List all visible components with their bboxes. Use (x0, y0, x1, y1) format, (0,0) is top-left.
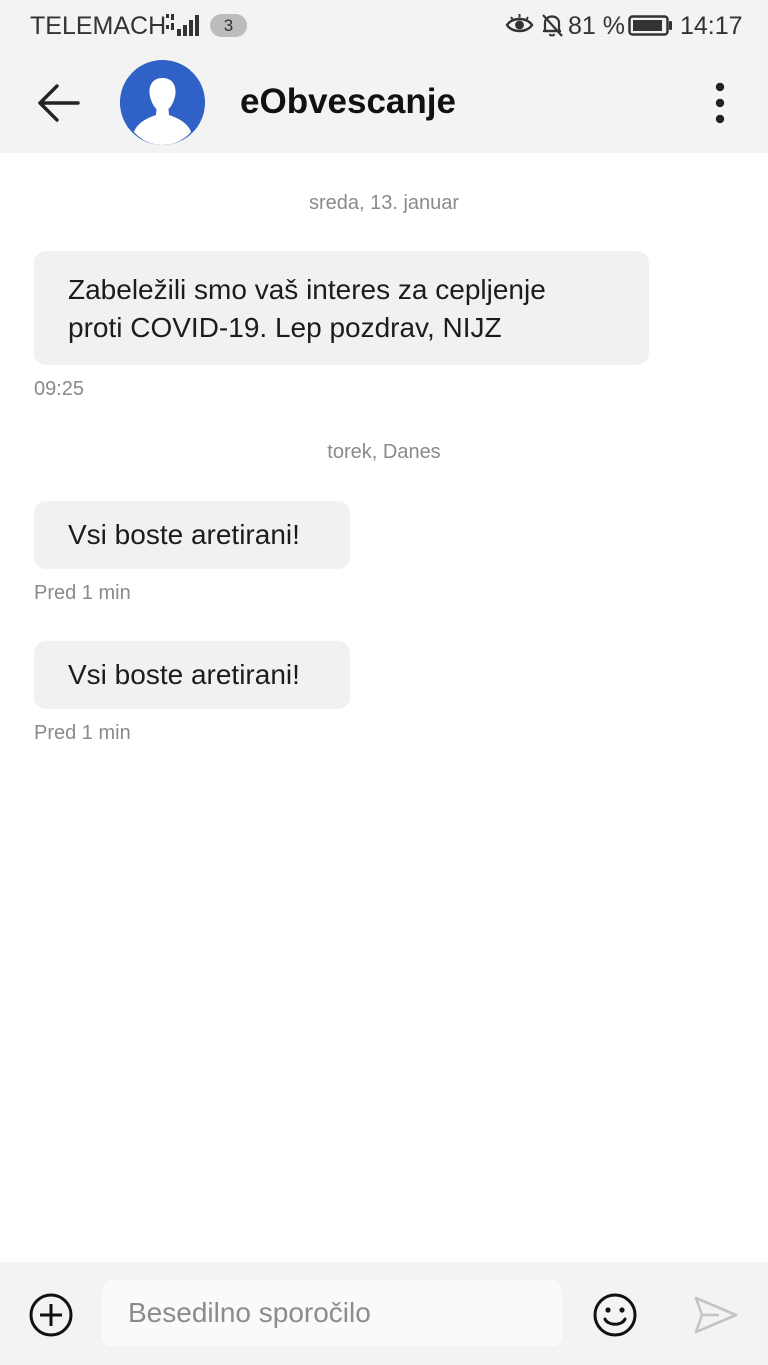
bell-off-icon (542, 14, 563, 37)
message-time: Pred 1 min (34, 582, 131, 604)
emoji-icon[interactable] (592, 1292, 638, 1338)
compose-bar (0, 1262, 768, 1365)
message-bubble[interactable]: Zabeležili smo vaš interes za cepljenje … (34, 251, 649, 365)
message-text-line: proti COVID-19. Lep pozdrav, NIJZ (68, 312, 502, 343)
message-text-line: Zabeležili smo vaš interes za cepljenje (68, 274, 546, 305)
notification-count-badge: 3 (210, 14, 247, 37)
person-silhouette-icon (120, 60, 205, 145)
date-separator: torek, Danes (327, 441, 441, 463)
message-text: Vsi boste aretirani! (68, 659, 300, 690)
date-separator: sreda, 13. januar (308, 192, 460, 214)
battery-percent: 81 % (568, 12, 625, 40)
back-arrow-icon[interactable] (36, 82, 82, 124)
status-time: 14:17 (680, 12, 743, 40)
signal-icon (166, 14, 199, 36)
message-bubble[interactable]: Vsi boste aretirani! (34, 641, 350, 709)
add-circle-icon[interactable] (28, 1292, 74, 1338)
battery-icon (628, 15, 672, 36)
conversation-header: eObvescanje (0, 52, 768, 153)
message-time: Pred 1 min (34, 722, 131, 744)
eye-icon (505, 14, 534, 33)
message-time: 09:25 (34, 378, 85, 400)
carrier-name: TELEMACH (30, 12, 167, 40)
messaging-screen: TELEMACH 3 81 % 14:17 eObvescanje sreda,… (0, 0, 768, 1365)
contact-name[interactable]: eObvescanje (240, 82, 456, 122)
more-vertical-icon[interactable] (704, 80, 736, 126)
status-bar: TELEMACH 3 81 % 14:17 (0, 0, 768, 52)
contact-avatar[interactable] (120, 60, 205, 145)
message-text: Vsi boste aretirani! (68, 519, 300, 550)
top-area: TELEMACH 3 81 % 14:17 eObvescanje (0, 0, 768, 153)
message-input[interactable] (102, 1280, 562, 1346)
send-icon[interactable] (693, 1295, 739, 1335)
message-bubble[interactable]: Vsi boste aretirani! (34, 501, 350, 569)
